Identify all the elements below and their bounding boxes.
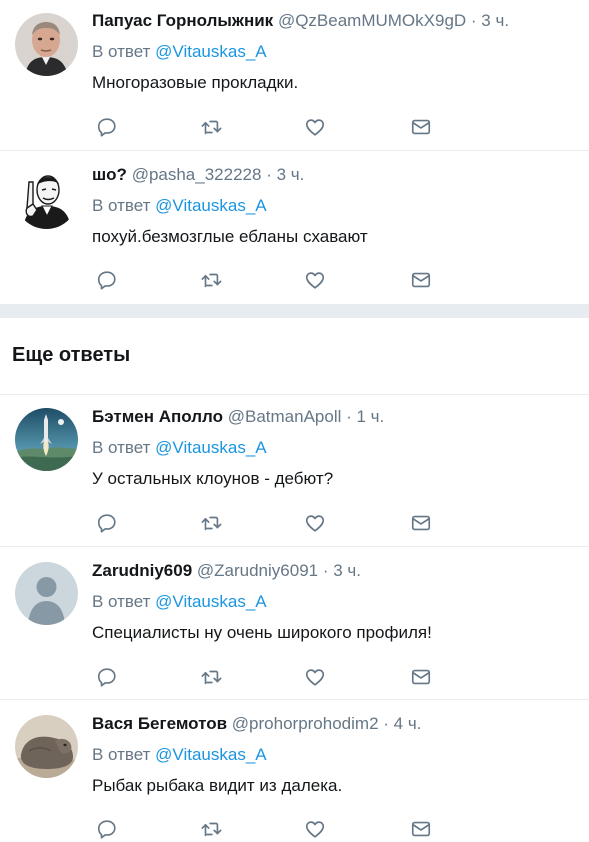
section-divider — [0, 304, 589, 318]
replying-prefix: В ответ — [92, 438, 156, 457]
replying-prefix: В ответ — [92, 592, 156, 611]
tweet-actions — [92, 510, 492, 536]
tweet-time[interactable]: · 3 ч. — [471, 11, 509, 30]
replying-to: В ответ @Vitauskas_A — [92, 41, 579, 63]
reply-icon — [97, 820, 116, 839]
replying-to: В ответ @Vitauskas_A — [92, 591, 579, 613]
retweet-icon — [201, 822, 222, 837]
reply-button[interactable] — [94, 114, 120, 140]
heart-icon — [305, 669, 325, 686]
heart-icon — [305, 272, 325, 289]
tweet-actions — [92, 114, 492, 140]
tweet[interactable]: Папуас Горнолыжник @QzBeamMUMOkX9gD · 3 … — [0, 0, 589, 151]
author-handle[interactable]: @BatmanApoll — [228, 407, 342, 426]
like-button[interactable] — [302, 510, 328, 536]
author-handle[interactable]: @Zarudniy6091 — [197, 561, 318, 580]
avatar-image — [15, 408, 78, 471]
mention-link[interactable]: @Vitauskas_A — [155, 592, 266, 611]
tweet-time[interactable]: · 4 ч. — [383, 714, 421, 733]
direct-message-button[interactable] — [408, 510, 434, 536]
retweet-icon — [201, 516, 222, 531]
tweet-text: Рыбак рыбака видит из далека. — [92, 776, 343, 795]
like-button[interactable] — [302, 267, 328, 293]
tweet-text: похуй.безмозглые ебланы схавают — [92, 227, 368, 246]
avatar[interactable] — [15, 715, 78, 778]
author-name[interactable]: Папуас Горнолыжник — [92, 11, 273, 30]
tweet-time[interactable]: · 3 ч. — [266, 165, 304, 184]
author-handle[interactable]: @prohorprohodim2 — [232, 714, 379, 733]
envelope-icon — [411, 119, 431, 135]
heart-icon — [305, 821, 325, 838]
avatar-image — [15, 13, 78, 76]
envelope-icon — [411, 515, 431, 531]
retweet-icon — [201, 120, 222, 135]
tweet[interactable]: шо? @pasha_322228 · 3 ч. В ответ @Vitaus… — [0, 151, 589, 305]
avatar-image — [15, 166, 78, 229]
avatar[interactable] — [15, 408, 78, 471]
tweet[interactable]: Бэтмен Аполло @BatmanApoll · 1 ч. В отве… — [0, 395, 589, 547]
tweet-actions — [92, 664, 492, 690]
avatar-image — [15, 715, 78, 778]
reply-button[interactable] — [94, 267, 120, 293]
mention-link[interactable]: @Vitauskas_A — [155, 196, 266, 215]
reply-icon — [97, 514, 116, 533]
replying-prefix: В ответ — [92, 196, 156, 215]
reply-icon — [97, 271, 116, 290]
tweet-text: Многоразовые прокладки. — [92, 73, 299, 92]
direct-message-button[interactable] — [408, 664, 434, 690]
tweet[interactable]: Вася Бегемотов @prohorprohodim2 · 4 ч. В… — [0, 700, 589, 839]
author-name[interactable]: Бэтмен Аполло — [92, 407, 223, 426]
reply-icon — [97, 668, 116, 687]
avatar[interactable] — [15, 13, 78, 76]
more-replies-header: Еще ответы — [0, 318, 589, 395]
replying-prefix: В ответ — [92, 745, 156, 764]
envelope-icon — [411, 821, 431, 837]
replying-prefix: В ответ — [92, 42, 156, 61]
author-handle[interactable]: @pasha_322228 — [132, 165, 262, 184]
reply-button[interactable] — [94, 510, 120, 536]
author-handle[interactable]: @QzBeamMUMOkX9gD — [278, 11, 466, 30]
direct-message-button[interactable] — [408, 114, 434, 140]
replying-to: В ответ @Vitauskas_A — [92, 195, 579, 217]
direct-message-button[interactable] — [408, 267, 434, 293]
avatar[interactable] — [15, 562, 78, 625]
mention-link[interactable]: @Vitauskas_A — [155, 745, 266, 764]
heart-icon — [305, 119, 325, 136]
retweet-icon — [201, 670, 222, 685]
envelope-icon — [411, 669, 431, 685]
tweet-text: У остальных клоунов - дебют? — [92, 469, 334, 488]
author-name[interactable]: Вася Бегемотов — [92, 714, 227, 733]
reply-button[interactable] — [94, 664, 120, 690]
author-name[interactable]: шо? — [92, 165, 127, 184]
retweet-button[interactable] — [198, 664, 224, 690]
direct-message-button[interactable] — [408, 816, 434, 842]
like-button[interactable] — [302, 816, 328, 842]
tweet-actions — [92, 267, 492, 293]
reply-icon — [97, 118, 116, 137]
retweet-button[interactable] — [198, 816, 224, 842]
retweet-icon — [201, 273, 222, 288]
section-title: Еще ответы — [12, 344, 131, 366]
mention-link[interactable]: @Vitauskas_A — [155, 438, 266, 457]
reply-button[interactable] — [94, 816, 120, 842]
tweet[interactable]: Zarudniy609 @Zarudniy6091 · 3 ч. В ответ… — [0, 547, 589, 700]
tweet-actions — [92, 816, 492, 842]
retweet-button[interactable] — [198, 510, 224, 536]
avatar[interactable] — [15, 166, 78, 229]
retweet-button[interactable] — [198, 114, 224, 140]
like-button[interactable] — [302, 114, 328, 140]
heart-icon — [305, 515, 325, 532]
tweet-time[interactable]: · 3 ч. — [323, 561, 361, 580]
tweet-text: Специалисты ну очень широкого профиля! — [92, 623, 432, 642]
like-button[interactable] — [302, 664, 328, 690]
replying-to: В ответ @Vitauskas_A — [92, 744, 579, 766]
mention-link[interactable]: @Vitauskas_A — [155, 42, 266, 61]
default-avatar-icon — [15, 562, 78, 625]
retweet-button[interactable] — [198, 267, 224, 293]
envelope-icon — [411, 272, 431, 288]
author-name[interactable]: Zarudniy609 — [92, 561, 192, 580]
replying-to: В ответ @Vitauskas_A — [92, 437, 579, 459]
tweet-time[interactable]: · 1 ч. — [346, 407, 384, 426]
